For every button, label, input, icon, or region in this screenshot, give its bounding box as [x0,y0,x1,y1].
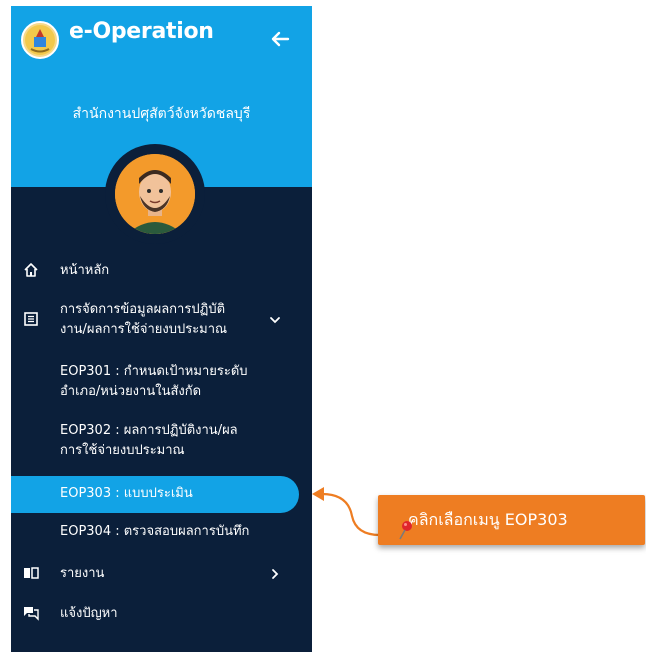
submenu-item-eop302[interactable]: EOP302 : ผลการปฏิบัติงาน/ผล การใช้จ่ายงบ… [11,420,312,464]
home-icon [23,262,39,278]
avatar [105,144,205,244]
chat-icon [23,605,39,621]
instruction-callout: คลิกเลือกเมนู EOP303 [378,495,645,545]
menu-item-home[interactable]: หน้าหลัก [11,259,312,283]
menu-label-manage-line1: การจัดการข้อมูลผลการปฏิบัติ [60,302,226,317]
submenu-label-eop303: EOP303 : แบบประเมิน [60,486,193,501]
submenu-label-eop304: EOP304 : ตรวจสอบผลการบันทึก [60,524,250,539]
table-icon [23,311,39,327]
user-avatar [115,154,195,234]
menu-label-problem: แจ้งปัญหา [60,606,118,621]
menu-label-report: รายงาน [60,566,105,581]
callout-text: คลิกเลือกเมนู EOP303 [408,510,568,529]
sidebar: e-Operation สำนักงานปศุสัตว์จังหวัดชลบุร… [11,6,312,652]
menu-item-report[interactable]: รายงาน [11,562,312,586]
menu-item-problem[interactable]: แจ้งปัญหา [11,602,312,626]
submenu-label-eop301-line1: EOP301 : กำหนดเป้าหมายระดับ [60,364,248,379]
submenu-item-eop304[interactable]: EOP304 : ตรวจสอบผลการบันทึก [11,522,312,546]
app-title: e-Operation [69,19,214,44]
menu-label-home: หน้าหลัก [60,263,110,278]
arrow-left-icon[interactable] [267,26,293,52]
chevron-right-icon [268,567,282,581]
submenu-item-eop303[interactable]: EOP303 : แบบประเมิน [11,484,312,508]
chevron-down-icon [268,313,282,327]
emblem-logo [21,21,59,59]
submenu-label-eop301-line2: อำเภอ/หน่วยงานในสังกัด [60,384,202,399]
book-icon [23,565,39,581]
callout-pointer-arrow [312,487,381,537]
submenu-label-eop302-line2: การใช้จ่ายงบประมาณ [60,443,185,458]
submenu-item-eop301[interactable]: EOP301 : กำหนดเป้าหมายระดับ อำเภอ/หน่วยง… [11,361,312,405]
menu-item-manage[interactable]: การจัดการข้อมูลผลการปฏิบัติ งาน/ผลการใช้… [11,299,312,343]
office-name: สำนักงานปศุสัตว์จังหวัดชลบุรี [72,106,251,122]
menu-label-manage-line2: งาน/ผลการใช้จ่ายงบประมาณ [60,322,228,337]
pushpin-icon [398,510,414,540]
submenu-label-eop302-line1: EOP302 : ผลการปฏิบัติงาน/ผล [60,423,238,438]
